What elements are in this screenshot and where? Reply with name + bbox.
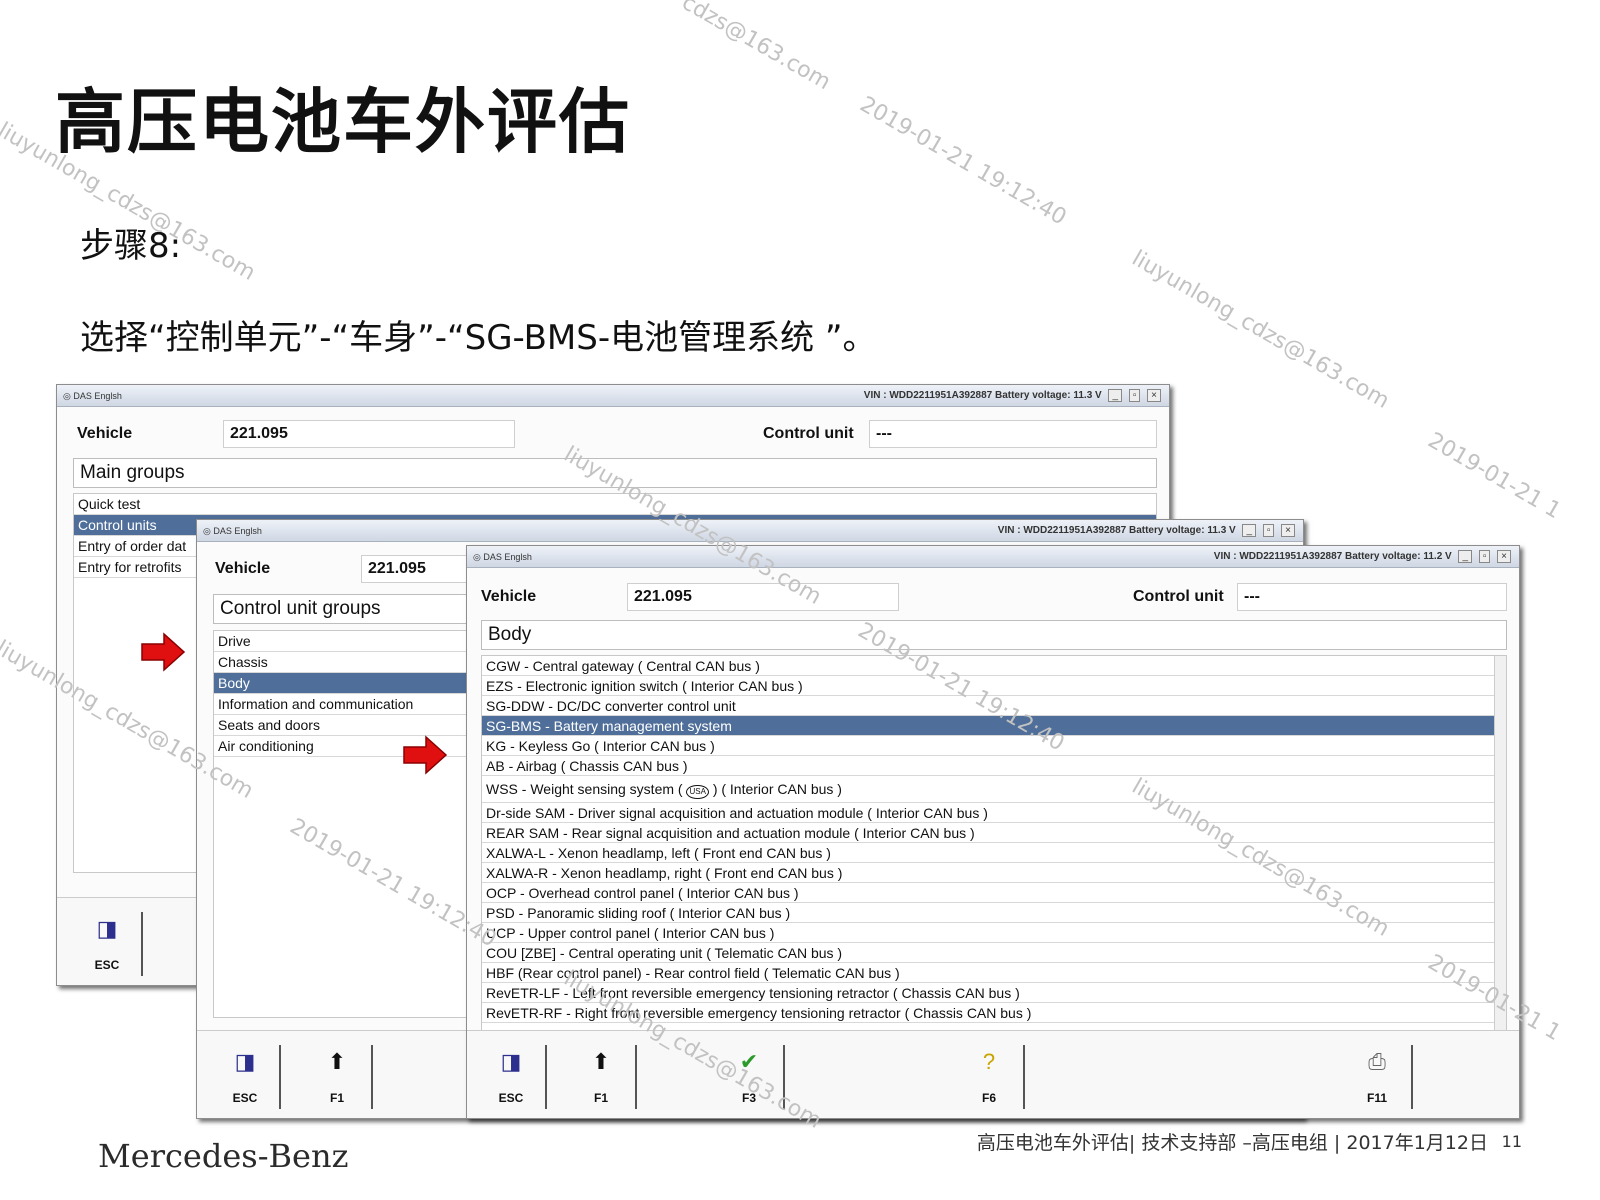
body-control-unit-list: CGW - Central gateway ( Central CAN bus … [481, 655, 1507, 1041]
brand-logo-text: Mercedes-Benz [98, 1137, 349, 1175]
up-arrow-icon: ⬆ [327, 1049, 347, 1074]
list-item[interactable]: EZS - Electronic ignition switch ( Inter… [482, 676, 1506, 696]
minimize-button[interactable]: _ [1458, 550, 1473, 563]
esc-button[interactable]: ◨ ESC [73, 912, 143, 976]
esc-button[interactable]: ◨ ESC [477, 1045, 547, 1109]
step-label: 步骤8: [80, 226, 182, 266]
watermark-text: 2019-01-21 19:12:40 [855, 92, 1071, 231]
list-item[interactable]: XALWA-L - Xenon headlamp, left ( Front e… [482, 843, 1506, 863]
control-unit-field: --- [1237, 583, 1507, 611]
up-arrow-icon: ⬆ [591, 1049, 611, 1074]
red-arrow-icon [403, 735, 448, 775]
close-button[interactable]: × [1497, 550, 1511, 563]
control-unit-label: Control unit [763, 425, 854, 442]
slide-title: 高压电池车外评估 [55, 80, 631, 163]
control-unit-field: --- [869, 420, 1157, 448]
vehicle-label: Vehicle [215, 560, 271, 577]
app-name: DAS Englsh [473, 552, 532, 563]
f1-label: F1 [593, 1091, 608, 1105]
list-item[interactable]: WSS - Weight sensing system ( USA ) ( In… [482, 776, 1506, 803]
esc-icon: ◨ [500, 1049, 522, 1074]
list-item[interactable]: SG-DDW - DC/DC converter control unit [482, 696, 1506, 716]
list-item[interactable]: Dr-side SAM - Driver signal acquisition … [482, 803, 1506, 823]
vehicle-label: Vehicle [77, 425, 133, 442]
body-header: Body [481, 620, 1507, 650]
f1-button[interactable]: ⬆ F1 [567, 1045, 637, 1109]
f1-button[interactable]: ⬆ F1 [303, 1045, 373, 1109]
list-item[interactable]: COU [ZBE] - Central operating unit ( Tel… [482, 943, 1506, 963]
vehicle-field: 221.095 [223, 420, 515, 448]
watermark-text: 2019-01-21 1 [1423, 428, 1565, 525]
list-item[interactable]: XALWA-R - Xenon headlamp, right ( Front … [482, 863, 1506, 883]
app-name: DAS Englsh [63, 391, 122, 402]
list-scrollbar[interactable] [1494, 656, 1506, 1040]
vin-battery-text: VIN : WDD2211951A392887 Battery voltage:… [997, 525, 1236, 536]
watermark-text: cdzs@163.com [677, 0, 835, 96]
list-item[interactable]: RevETR-LF - Left front reversible emerge… [482, 983, 1506, 1003]
esc-label: ESC [94, 958, 120, 972]
list-item[interactable]: UCP - Upper control panel ( Interior CAN… [482, 923, 1506, 943]
vehicle-label: Vehicle [481, 588, 537, 605]
esc-button[interactable]: ◨ ESC [211, 1045, 281, 1109]
esc-label: ESC [232, 1091, 258, 1105]
checkmark-icon: ✔ [739, 1049, 759, 1074]
list-item[interactable]: CGW - Central gateway ( Central CAN bus … [482, 656, 1506, 676]
list-item[interactable]: KG - Keyless Go ( Interior CAN bus ) [482, 736, 1506, 756]
das-window-body: DAS Englsh VIN : WDD2211951A392887 Batte… [466, 545, 1520, 1119]
app-name: DAS Englsh [203, 526, 262, 537]
maximize-button[interactable]: ▫ [1262, 524, 1275, 537]
list-item[interactable]: Quick test [74, 494, 1156, 515]
f3-label: F3 [741, 1091, 756, 1105]
esc-icon: ◨ [96, 916, 118, 941]
esc-icon: ◨ [234, 1049, 256, 1074]
window-titlebar: DAS Englsh VIN : WDD2211951A392887 Batte… [467, 546, 1519, 568]
printer-icon: ⎙ [1368, 1049, 1386, 1074]
f3-button[interactable]: ✔ F3 [715, 1045, 785, 1109]
help-icon: ? [982, 1049, 996, 1074]
vin-battery-text: VIN : WDD2211951A392887 Battery voltage:… [1213, 551, 1452, 562]
vehicle-field: 221.095 [627, 583, 899, 611]
close-button[interactable]: × [1147, 389, 1161, 402]
list-item[interactable]: REAR SAM - Rear signal acquisition and a… [482, 823, 1506, 843]
step-instruction: 选择“控制单元”-“车身”-“SG-BMS-电池管理系统 ”。 [80, 318, 877, 358]
list-item[interactable]: HBF (Rear control panel) - Rear control … [482, 963, 1506, 983]
page-number: 11 [1501, 1132, 1522, 1151]
usa-badge-icon: USA [686, 785, 709, 799]
footer-info: 高压电池车外评估| 技术支持部 –高压电组 | 2017年1月12日 [976, 1132, 1488, 1154]
list-item[interactable]: PSD - Panoramic sliding roof ( Interior … [482, 903, 1506, 923]
list-item[interactable]: RevETR-RF - Right front reversible emerg… [482, 1003, 1506, 1023]
list-item[interactable]: AB - Airbag ( Chassis CAN bus ) [482, 756, 1506, 776]
esc-label: ESC [498, 1091, 524, 1105]
wss-text: WSS - Weight sensing system ( [486, 781, 683, 797]
f1-label: F1 [329, 1091, 344, 1105]
function-toolbar: ◨ ESC ⬆ F1 ✔ F3 ? F6 ⎙ F11 [467, 1030, 1519, 1118]
maximize-button[interactable]: ▫ [1128, 389, 1141, 402]
window-status: VIN : WDD2211951A392887 Battery voltage:… [863, 389, 1161, 402]
f6-label: F6 [981, 1091, 996, 1105]
list-item-selected[interactable]: SG-BMS - Battery management system [482, 716, 1506, 736]
control-unit-label: Control unit [1133, 588, 1224, 605]
minimize-button[interactable]: _ [1242, 524, 1257, 537]
red-arrow-icon [141, 632, 186, 672]
window-status: VIN : WDD2211951A392887 Battery voltage:… [1213, 550, 1511, 563]
close-button[interactable]: × [1281, 524, 1295, 537]
wss-suffix: ) ( Interior CAN bus ) [712, 781, 842, 797]
window-titlebar: DAS Englsh VIN : WDD2211951A392887 Batte… [197, 520, 1303, 542]
maximize-button[interactable]: ▫ [1478, 550, 1491, 563]
minimize-button[interactable]: _ [1108, 389, 1123, 402]
vin-battery-text: VIN : WDD2211951A392887 Battery voltage:… [863, 390, 1102, 401]
main-groups-header: Main groups [73, 458, 1157, 488]
window-status: VIN : WDD2211951A392887 Battery voltage:… [997, 524, 1295, 537]
list-item[interactable]: OCP - Overhead control panel ( Interior … [482, 883, 1506, 903]
f11-label: F11 [1366, 1091, 1387, 1105]
f6-button[interactable]: ? F6 [955, 1045, 1025, 1109]
window-titlebar: DAS Englsh VIN : WDD2211951A392887 Batte… [57, 385, 1169, 407]
f11-button[interactable]: ⎙ F11 [1343, 1045, 1413, 1109]
